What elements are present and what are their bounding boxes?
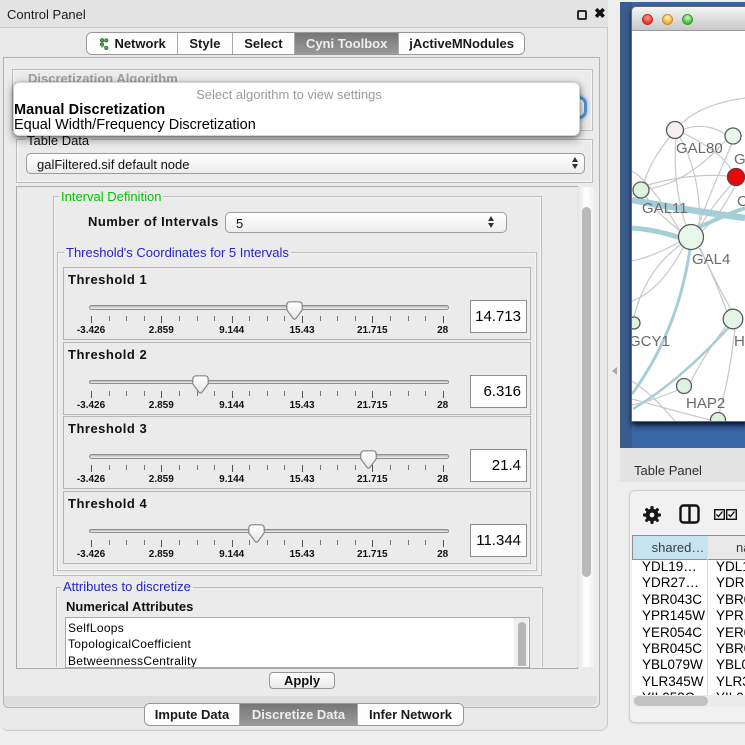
svg-text:GCY1: GCY1	[632, 333, 670, 350]
svg-text:GAL4: GAL4	[692, 251, 730, 268]
svg-text:H: H	[734, 333, 745, 350]
svg-text:C: C	[737, 193, 745, 210]
svg-text:GAL80: GAL80	[676, 140, 723, 157]
svg-text:G: G	[734, 151, 745, 168]
svg-text:HAP2: HAP2	[686, 395, 725, 412]
svg-text:GAL11: GAL11	[642, 200, 688, 217]
